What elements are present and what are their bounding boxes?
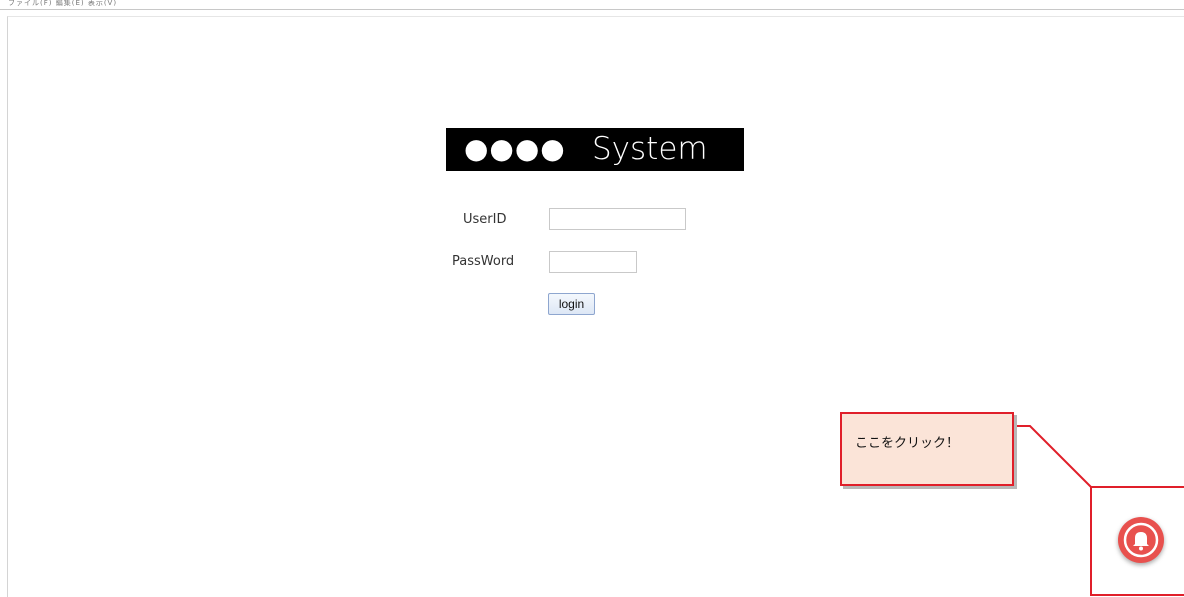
top-bar-text: ファイル(F) 編集(E) 表示(V) bbox=[8, 0, 118, 7]
callout-text: ここをクリック！ bbox=[855, 436, 960, 451]
click-here-callout: ここをクリック！ bbox=[840, 412, 1014, 486]
userid-input[interactable] bbox=[549, 208, 686, 230]
userid-label: UserID bbox=[463, 212, 507, 227]
logo-text: System bbox=[592, 131, 708, 167]
password-input[interactable] bbox=[549, 251, 637, 273]
browser-top-bar: ファイル(F) 編集(E) 表示(V) bbox=[0, 0, 1184, 10]
logo-dots: ●●●● bbox=[464, 132, 566, 165]
page-frame bbox=[7, 16, 1184, 597]
bell-icon bbox=[1123, 522, 1159, 558]
system-logo: ●●●● System bbox=[446, 128, 744, 171]
password-label: PassWord bbox=[452, 254, 515, 269]
login-button[interactable]: login bbox=[548, 293, 595, 315]
notification-bell-button[interactable] bbox=[1118, 517, 1164, 563]
